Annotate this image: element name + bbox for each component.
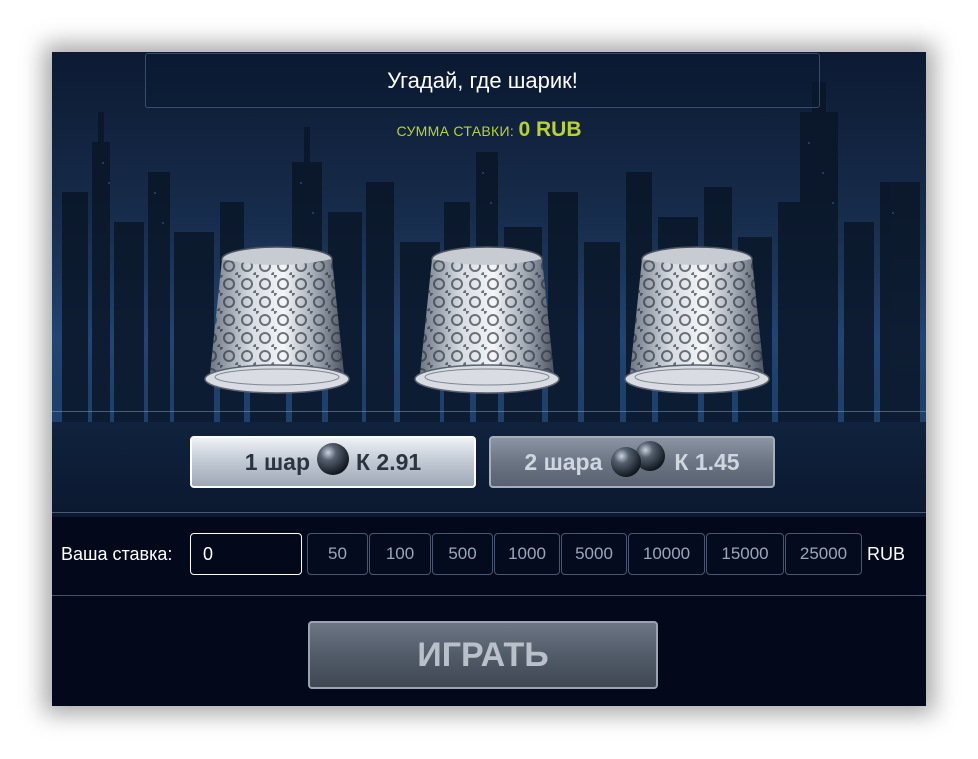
ball-icon xyxy=(316,442,350,482)
stake-sum: СУММА СТАВКИ: 0 RUB xyxy=(52,118,926,142)
bet-amount-input[interactable] xyxy=(190,533,302,575)
bet-currency: RUB xyxy=(867,544,906,564)
one-ball-label: 1 шар xyxy=(244,448,310,475)
chip-500[interactable]: 500 xyxy=(432,533,493,575)
game-window: Угадай, где шарик! СУММА СТАВКИ: 0 RUB 1… xyxy=(52,52,926,706)
bet-play-divider xyxy=(52,595,926,596)
chip-15000[interactable]: 15000 xyxy=(706,533,784,575)
mode-bet-divider xyxy=(52,512,926,513)
game-title-bar: Угадай, где шарик! xyxy=(145,53,820,108)
chip-50[interactable]: 50 xyxy=(307,533,368,575)
two-balls-mode-button[interactable]: 2 шара К 1.45 xyxy=(489,436,775,488)
two-balls-coef: К 1.45 xyxy=(674,448,740,475)
scene-floor-divider xyxy=(52,411,926,412)
one-ball-coef: К 2.91 xyxy=(356,448,422,475)
chip-10000[interactable]: 10000 xyxy=(628,533,705,575)
bet-label: Ваша ставка: xyxy=(61,544,173,564)
bet-row: Ваша ставка: 50 100 500 1000 5000 10000 … xyxy=(52,533,926,575)
chip-1000[interactable]: 1000 xyxy=(494,533,560,575)
play-button[interactable]: ИГРАТЬ xyxy=(308,621,658,689)
two-balls-label: 2 шара xyxy=(524,448,603,475)
chip-100[interactable]: 100 xyxy=(369,533,431,575)
chip-5000[interactable]: 5000 xyxy=(561,533,627,575)
stake-sum-label: СУММА СТАВКИ: xyxy=(396,123,515,139)
stake-sum-value: 0 RUB xyxy=(518,118,582,141)
two-balls-icon xyxy=(608,440,668,484)
one-ball-mode-button[interactable]: 1 шар К 2.91 xyxy=(190,436,476,488)
chip-25000[interactable]: 25000 xyxy=(785,533,862,575)
game-title: Угадай, где шарик! xyxy=(387,67,578,93)
